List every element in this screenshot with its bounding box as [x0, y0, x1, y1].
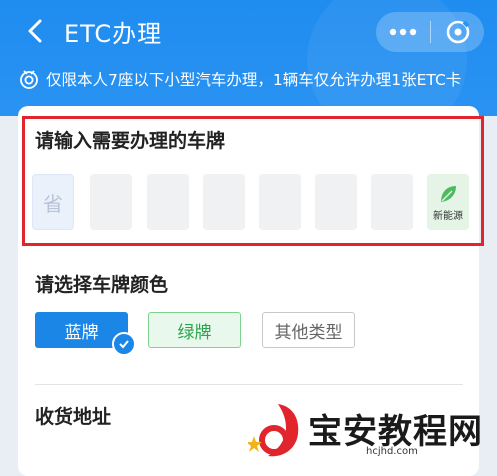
- chevron-left-icon: [28, 19, 42, 43]
- close-button[interactable]: [431, 12, 484, 52]
- notice-text: 仅限本人7座以下小型汽车办理，1辆车仅允许办理1张ETC卡: [46, 71, 462, 89]
- province-cell[interactable]: 省: [32, 174, 74, 230]
- delivery-address-heading[interactable]: 收货地址: [35, 402, 111, 429]
- blue-plate-label: 蓝牌: [64, 322, 99, 343]
- other-plate-label: 其他类型: [274, 322, 343, 343]
- watermark: 宝安教程网 hcjhd.com: [248, 400, 497, 464]
- new-energy-label: 新能源: [433, 210, 463, 222]
- plate-heading: 请输入需要办理的车牌: [35, 130, 226, 152]
- plate-color-heading: 请选择车牌颜色: [35, 274, 169, 296]
- leaf-icon: [441, 185, 456, 202]
- plate-char-cell[interactable]: [90, 174, 132, 230]
- target-close-icon: [446, 20, 469, 44]
- plate-char-cell[interactable]: [259, 174, 301, 230]
- green-plate-option[interactable]: 绿牌: [148, 312, 241, 348]
- app-header: ETC办理 仅限本人7座以下小型汽车办理，1辆车仅允许办理1张ETC卡: [0, 0, 497, 116]
- new-energy-cell[interactable]: 新能源: [427, 174, 469, 230]
- green-plate-label: 绿牌: [177, 322, 212, 343]
- bell-icon: [20, 70, 38, 89]
- more-dots-icon: [389, 28, 417, 36]
- page-title: ETC办理: [64, 20, 163, 48]
- plate-char-cell[interactable]: [315, 174, 357, 230]
- more-button[interactable]: [376, 12, 430, 52]
- section-divider: [35, 384, 463, 385]
- plate-char-cell[interactable]: [371, 174, 413, 230]
- watermark-url: hcjhd.com: [366, 446, 418, 457]
- province-placeholder: 省: [43, 191, 63, 216]
- mini-program-capsule: [376, 12, 484, 52]
- plate-char-cell[interactable]: [147, 174, 189, 230]
- watermark-logo-icon: [248, 404, 299, 457]
- other-plate-option[interactable]: 其他类型: [262, 312, 355, 348]
- blue-plate-option[interactable]: 蓝牌: [35, 312, 136, 356]
- check-icon: [112, 332, 136, 356]
- back-button[interactable]: [20, 16, 50, 46]
- plate-char-cell[interactable]: [203, 174, 245, 230]
- notice-bar: 仅限本人7座以下小型汽车办理，1辆车仅允许办理1张ETC卡: [18, 68, 461, 90]
